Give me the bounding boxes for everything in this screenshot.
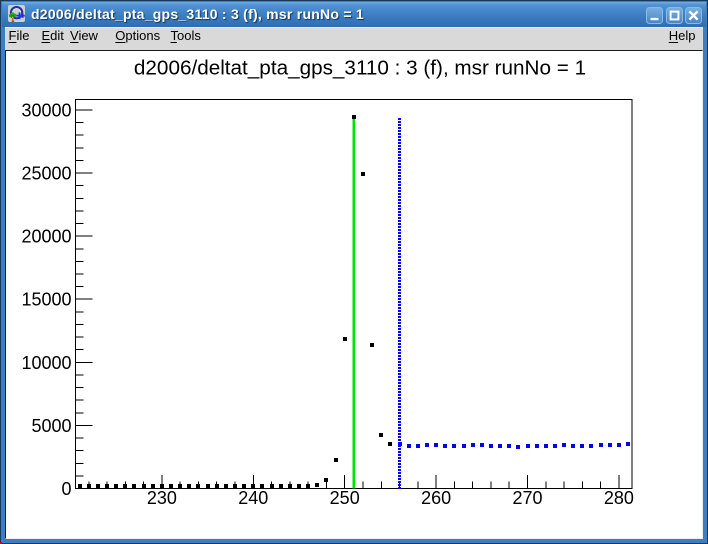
svg-text:260: 260 [421, 488, 451, 508]
svg-text:10000: 10000 [21, 353, 71, 373]
svg-text:25000: 25000 [21, 164, 71, 184]
svg-text:5000: 5000 [31, 416, 71, 436]
svg-text:d2006/deltat_pta_gps_3110 : 3: d2006/deltat_pta_gps_3110 : 3 (f), msr r… [134, 57, 586, 80]
svg-text:280: 280 [604, 488, 634, 508]
svg-text:0: 0 [61, 479, 71, 499]
svg-text:230: 230 [147, 488, 177, 508]
svg-text:240: 240 [238, 488, 268, 508]
svg-text:30000: 30000 [21, 101, 71, 121]
svg-text:270: 270 [512, 488, 542, 508]
svg-text:15000: 15000 [21, 290, 71, 310]
svg-text:250: 250 [330, 488, 360, 508]
svg-text:20000: 20000 [21, 227, 71, 247]
